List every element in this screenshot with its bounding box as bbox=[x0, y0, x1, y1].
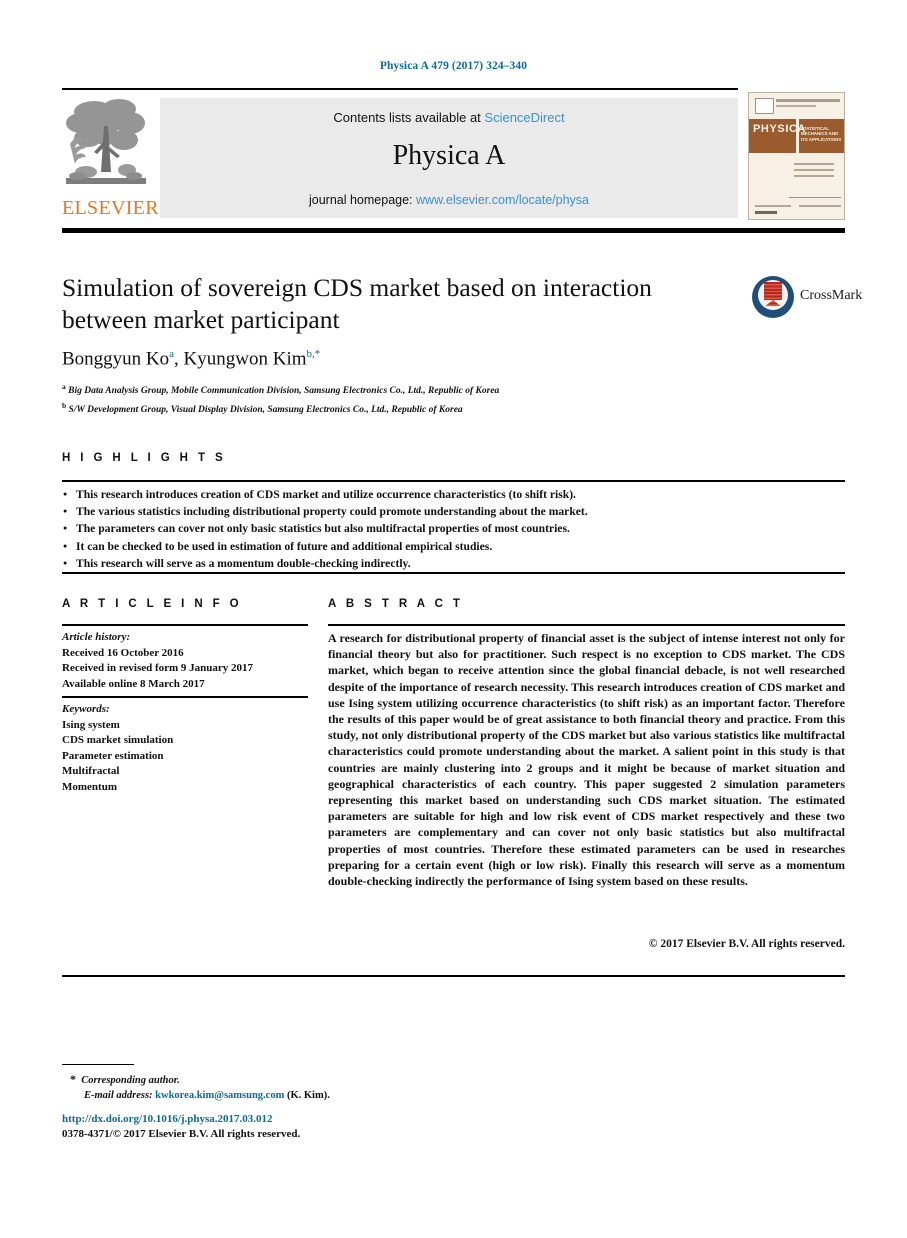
article-history-label: Article history: bbox=[62, 631, 131, 643]
list-item: The parameters can cover not only basic … bbox=[62, 520, 845, 537]
email-label: E-mail address: bbox=[84, 1090, 153, 1101]
author-list: Bonggyun Koa, Kyungwon Kimb,* bbox=[62, 348, 712, 370]
affiliation-a-mark: a bbox=[62, 382, 66, 391]
cover-journal-name: PHYSICA bbox=[753, 123, 807, 135]
highlights-heading: H I G H L I G H T S bbox=[62, 452, 227, 464]
corresponding-author-star: * bbox=[70, 1072, 76, 1086]
page-title: Simulation of sovereign CDS market based… bbox=[62, 273, 652, 334]
cover-journal-subtitle: STATISTICAL MECHANICS AND ITS APPLICATIO… bbox=[801, 126, 842, 142]
elsevier-logo: ELSEVIER bbox=[62, 96, 159, 222]
contents-available-line: Contents lists available at ScienceDirec… bbox=[160, 110, 738, 125]
abstract-heading: A B S T R A C T bbox=[328, 598, 464, 610]
highlights-list: This research introduces creation of CDS… bbox=[62, 486, 845, 572]
article-available-online: Available online 8 March 2017 bbox=[62, 677, 205, 690]
highlights-bottom-rule bbox=[62, 572, 845, 574]
email-link[interactable]: kwkorea.kim@samsung.com bbox=[155, 1090, 284, 1101]
cover-footer-line-1 bbox=[755, 205, 791, 207]
article-history: Article history: Received 16 October 201… bbox=[62, 630, 308, 692]
sciencedirect-link[interactable]: ScienceDirect bbox=[484, 110, 564, 125]
paper-first-page: Physica A 479 (2017) 324–340 ELSEVIER Co… bbox=[0, 0, 907, 1238]
affiliations: a Big Data Analysis Group, Mobile Commun… bbox=[62, 380, 762, 417]
masthead-bottom-rule bbox=[62, 228, 845, 233]
issn-copyright-line: 0378-4371/© 2017 Elsevier B.V. All right… bbox=[62, 1128, 301, 1140]
elsevier-tree-icon bbox=[64, 96, 148, 196]
cover-footer-line-3 bbox=[799, 205, 841, 207]
cover-editor-lines bbox=[794, 163, 834, 181]
doi-link[interactable]: http://dx.doi.org/10.1016/j.physa.2017.0… bbox=[62, 1113, 273, 1125]
cover-header-line-1 bbox=[776, 99, 840, 102]
journal-title: Physica A bbox=[392, 140, 506, 171]
abstract-top-rule bbox=[328, 624, 845, 626]
article-info-top-rule bbox=[62, 624, 308, 626]
crossmark-icon bbox=[752, 276, 794, 318]
crossmark-badge[interactable]: CrossMark bbox=[752, 276, 862, 320]
list-item: This research introduces creation of CDS… bbox=[62, 486, 845, 503]
cover-footer-line-2 bbox=[755, 211, 777, 214]
keywords-block: Keywords: Ising system CDS market simula… bbox=[62, 702, 308, 796]
author-name-2: Kyungwon Kim bbox=[183, 348, 307, 370]
abstract-copyright: © 2017 Elsevier B.V. All rights reserved… bbox=[648, 938, 845, 950]
masthead-top-rule bbox=[62, 88, 738, 90]
cover-publisher-box bbox=[755, 98, 774, 114]
running-head: Physica A 479 (2017) 324–340 bbox=[379, 60, 528, 72]
journal-homepage-link[interactable]: www.elsevier.com/locate/physa bbox=[416, 193, 589, 207]
affiliation-a-text: Big Data Analysis Group, Mobile Communic… bbox=[68, 386, 500, 397]
journal-cover-thumbnail: PHYSICA STATISTICAL MECHANICS AND ITS AP… bbox=[748, 92, 845, 220]
contents-available-prefix: Contents lists available at bbox=[333, 110, 485, 125]
list-item: It can be checked to be used in estimati… bbox=[62, 538, 845, 555]
email-owner: (K. Kim). bbox=[286, 1090, 330, 1101]
article-info-middle-rule bbox=[62, 696, 308, 698]
article-info-heading: A R T I C L E I N F O bbox=[62, 598, 243, 610]
keyword-item: Ising system bbox=[62, 718, 120, 731]
keyword-item: Parameter estimation bbox=[62, 749, 164, 762]
article-revised: Received in revised form 9 January 2017 bbox=[62, 662, 254, 675]
author-separator: , bbox=[174, 348, 184, 370]
email-line: E-mail address: kwkorea.kim@samsung.com … bbox=[70, 1088, 570, 1103]
journal-masthead: ELSEVIER Contents lists available at Sci… bbox=[62, 94, 738, 222]
list-item: The various statistics including distrib… bbox=[62, 503, 845, 520]
keyword-item: CDS market simulation bbox=[62, 734, 174, 747]
masthead-panel: Contents lists available at ScienceDirec… bbox=[160, 98, 738, 218]
keyword-item: Multifractal bbox=[62, 765, 120, 778]
cover-rule bbox=[789, 197, 841, 198]
corresponding-author-line: * Corresponding author. bbox=[70, 1072, 570, 1088]
keywords-label: Keywords: bbox=[62, 703, 110, 715]
affiliation-b-text: S/W Development Group, Visual Display Di… bbox=[68, 404, 463, 415]
corresponding-author-note: * Corresponding author. E-mail address: … bbox=[70, 1072, 570, 1103]
cover-header-line-2 bbox=[776, 105, 816, 107]
list-item: This research will serve as a momentum d… bbox=[62, 555, 845, 572]
journal-homepage-line: journal homepage: www.elsevier.com/locat… bbox=[160, 193, 738, 207]
keyword-item: Momentum bbox=[62, 780, 117, 793]
elsevier-wordmark: ELSEVIER bbox=[62, 197, 159, 219]
affiliation-b: b S/W Development Group, Visual Display … bbox=[62, 399, 762, 418]
footnote-rule bbox=[62, 1064, 134, 1065]
affiliation-b-mark: b bbox=[62, 400, 67, 410]
abstract-bottom-rule bbox=[62, 975, 845, 977]
affiliation-a: a Big Data Analysis Group, Mobile Commun… bbox=[62, 380, 762, 399]
crossmark-label: CrossMark bbox=[800, 288, 863, 303]
article-received: Received 16 October 2016 bbox=[62, 646, 184, 659]
abstract-text: A research for distributional property o… bbox=[328, 631, 845, 889]
highlights-top-rule bbox=[62, 480, 845, 482]
author-name-1: Bonggyun Ko bbox=[62, 348, 170, 370]
homepage-prefix: journal homepage: bbox=[308, 193, 417, 207]
corresponding-author-label: Corresponding author. bbox=[81, 1075, 180, 1086]
author-2-affiliation-mark[interactable]: b,* bbox=[307, 348, 321, 360]
